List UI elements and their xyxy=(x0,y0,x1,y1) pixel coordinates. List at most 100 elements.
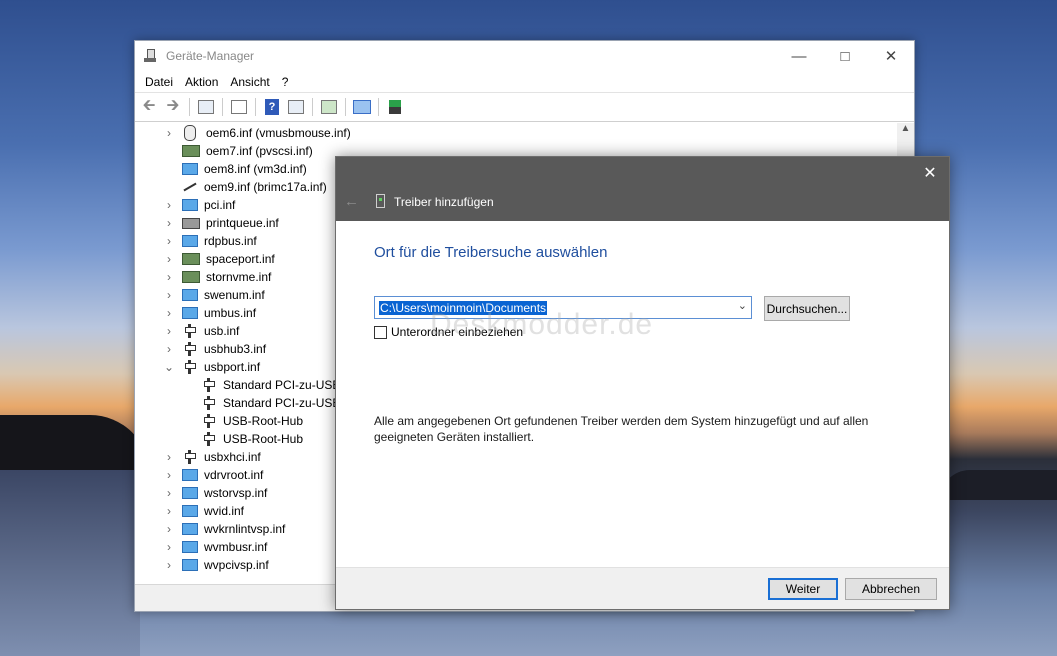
description-text: Alle am angegebenen Ort gefundenen Treib… xyxy=(374,414,869,444)
tree-item-label: oem6.inf (vmusbmouse.inf) xyxy=(206,126,351,140)
display-adapter-icon xyxy=(182,163,198,175)
chevron-right-icon[interactable]: › xyxy=(162,486,176,500)
tree-item[interactable]: › wvid.inf xyxy=(162,502,244,520)
include-subfolders-checkbox[interactable]: Unterordner einbeziehen xyxy=(374,325,523,339)
console-tree-icon[interactable] xyxy=(196,97,216,117)
maximize-icon[interactable]: □ xyxy=(822,41,868,71)
path-combobox[interactable]: C:\Users\moinmoin\Documents ⌄ xyxy=(374,296,752,319)
tree-item[interactable]: › usbxhci.inf xyxy=(162,448,261,466)
tree-item-label: wvkrnlintvsp.inf xyxy=(204,522,286,536)
chevron-right-icon[interactable]: › xyxy=(162,270,176,284)
tree-item[interactable]: ⌄ usbport.inf xyxy=(162,358,260,376)
chevron-right-icon[interactable]: › xyxy=(162,450,176,464)
browse-button[interactable]: Durchsuchen... xyxy=(764,296,850,321)
menu-aktion[interactable]: Aktion xyxy=(179,75,224,89)
toolbar-separator xyxy=(312,98,313,116)
tree-item[interactable]: › wstorvsp.inf xyxy=(162,484,267,502)
chevron-right-icon[interactable]: › xyxy=(162,540,176,554)
tree-item[interactable]: › usb.inf xyxy=(162,322,239,340)
tree-item[interactable]: › wvmbusr.inf xyxy=(162,538,267,556)
toolbar-separator xyxy=(255,98,256,116)
menu-datei[interactable]: Datei xyxy=(139,75,179,89)
menu-bar: Datei Aktion Ansicht ? xyxy=(135,71,914,92)
path-value[interactable]: C:\Users\moinmoin\Documents xyxy=(379,300,548,315)
network-folder-icon xyxy=(182,289,198,301)
monitor-icon[interactable] xyxy=(352,97,372,117)
tree-item[interactable]: › oem6.inf (vmusbmouse.inf) xyxy=(162,124,351,142)
toolbar: 🡰 🡲 ? xyxy=(135,92,914,122)
chevron-down-icon[interactable]: ⌄ xyxy=(738,299,747,312)
chevron-right-icon[interactable]: › xyxy=(162,288,176,302)
usb-icon xyxy=(182,324,198,338)
chevron-right-icon[interactable]: › xyxy=(162,126,176,140)
chevron-right-icon[interactable]: › xyxy=(162,522,176,536)
tree-item-label: swenum.inf xyxy=(204,288,265,302)
device-manager-titlebar[interactable]: Geräte-Manager — □ ✕ xyxy=(135,41,914,71)
usb-icon xyxy=(201,378,217,392)
tree-item[interactable]: oem7.inf (pvscsi.inf) xyxy=(162,142,313,160)
tree-item[interactable]: › wvpcivsp.inf xyxy=(162,556,269,574)
help-icon[interactable]: ? xyxy=(262,97,282,117)
tree-item[interactable]: › swenum.inf xyxy=(162,286,265,304)
tree-item[interactable]: oem8.inf (vm3d.inf) xyxy=(162,160,307,178)
chevron-right-icon[interactable]: › xyxy=(162,252,176,266)
tree-item-label: wstorvsp.inf xyxy=(204,486,268,500)
checkbox-box[interactable] xyxy=(374,325,387,339)
menu-help[interactable]: ? xyxy=(276,75,295,89)
usb-icon xyxy=(182,360,198,374)
forward-arrow-icon[interactable]: 🡲 xyxy=(163,97,183,117)
tree-item-label: umbus.inf xyxy=(204,306,257,320)
chevron-right-icon[interactable]: › xyxy=(162,324,176,338)
scroll-up-icon[interactable]: ▲ xyxy=(897,123,914,134)
checkbox-label: Unterordner einbeziehen xyxy=(391,325,524,339)
scan-hardware-icon[interactable] xyxy=(319,97,339,117)
usb-icon xyxy=(182,342,198,356)
chevron-right-icon[interactable]: › xyxy=(162,234,176,248)
back-arrow-icon[interactable]: 🡰 xyxy=(139,97,159,117)
tree-item[interactable]: Standard PCI-zu-USB xyxy=(201,394,340,412)
chevron-right-icon[interactable]: › xyxy=(162,468,176,482)
chevron-right-icon[interactable]: › xyxy=(162,198,176,212)
tree-item-label: Standard PCI-zu-USB xyxy=(223,378,341,392)
tree-item[interactable]: › umbus.inf xyxy=(162,304,256,322)
tree-item-label: vdrvroot.inf xyxy=(204,468,264,482)
chevron-down-icon[interactable]: ⌄ xyxy=(162,360,176,374)
device-manager-app-icon xyxy=(144,49,158,63)
tree-item[interactable]: USB-Root-Hub xyxy=(201,412,303,430)
chevron-right-icon[interactable]: › xyxy=(162,342,176,356)
tree-item[interactable]: › wvkrnlintvsp.inf xyxy=(162,520,285,538)
tree-item-label: oem8.inf (vm3d.inf) xyxy=(204,162,307,176)
close-icon[interactable]: ✕ xyxy=(919,163,941,183)
close-icon[interactable]: ✕ xyxy=(868,41,914,71)
tree-item[interactable]: › vdrvroot.inf xyxy=(162,466,263,484)
chevron-right-icon[interactable]: › xyxy=(162,216,176,230)
wallpaper-water xyxy=(0,470,140,656)
tree-item[interactable]: › rdpbus.inf xyxy=(162,232,257,250)
tree-item-label: usbhub3.inf xyxy=(204,342,267,356)
action-pane-icon[interactable] xyxy=(286,97,306,117)
tree-item-label: usbxhci.inf xyxy=(204,450,261,464)
device-icon xyxy=(376,194,385,208)
network-folder-icon xyxy=(182,559,198,571)
update-driver-icon[interactable] xyxy=(385,97,405,117)
tree-item[interactable]: USB-Root-Hub xyxy=(201,430,303,448)
chevron-right-icon[interactable]: › xyxy=(162,306,176,320)
tree-item[interactable]: Standard PCI-zu-USB xyxy=(201,376,340,394)
tree-item[interactable]: › spaceport.inf xyxy=(162,250,275,268)
minimize-icon[interactable]: — xyxy=(776,41,822,71)
wallpaper-hill-right xyxy=(940,470,1057,500)
tree-item[interactable]: › pci.inf xyxy=(162,196,235,214)
next-button[interactable]: Weiter xyxy=(768,578,838,600)
cancel-button[interactable]: Abbrechen xyxy=(845,578,937,600)
properties-icon[interactable] xyxy=(229,97,249,117)
tree-item[interactable]: oem9.inf (brimc17a.inf) xyxy=(162,178,327,196)
toolbar-separator xyxy=(345,98,346,116)
chevron-right-icon[interactable]: › xyxy=(162,504,176,518)
back-arrow-icon[interactable]: ← xyxy=(344,193,359,210)
tree-item[interactable]: › printqueue.inf xyxy=(162,214,279,232)
tree-item-label: USB-Root-Hub xyxy=(223,432,304,446)
tree-item[interactable]: › stornvme.inf xyxy=(162,268,271,286)
chevron-right-icon[interactable]: › xyxy=(162,558,176,572)
menu-ansicht[interactable]: Ansicht xyxy=(224,75,275,89)
tree-item[interactable]: › usbhub3.inf xyxy=(162,340,266,358)
